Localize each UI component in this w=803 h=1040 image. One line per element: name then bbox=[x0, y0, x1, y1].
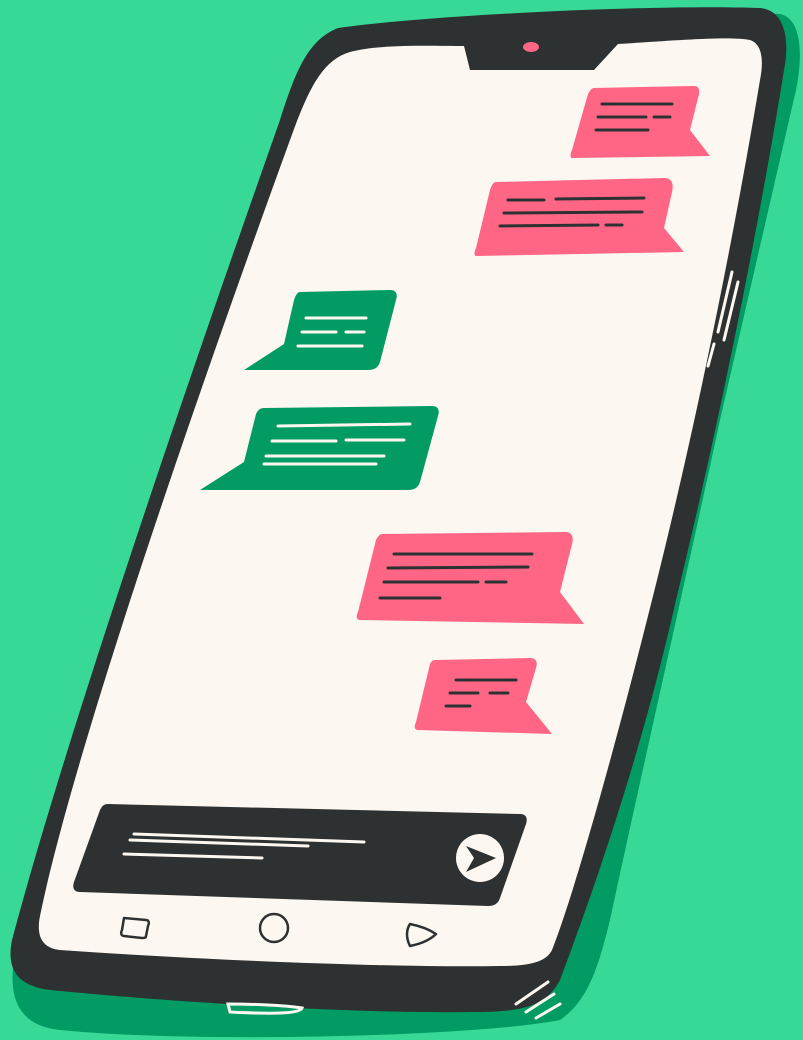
send-button[interactable] bbox=[456, 834, 504, 882]
message-bubble-outgoing[interactable] bbox=[570, 86, 711, 158]
message-bubble-outgoing[interactable] bbox=[356, 532, 584, 624]
phone-illustration bbox=[10, 7, 800, 1038]
camera-icon bbox=[523, 42, 539, 52]
message-bubble-outgoing[interactable] bbox=[474, 178, 685, 256]
